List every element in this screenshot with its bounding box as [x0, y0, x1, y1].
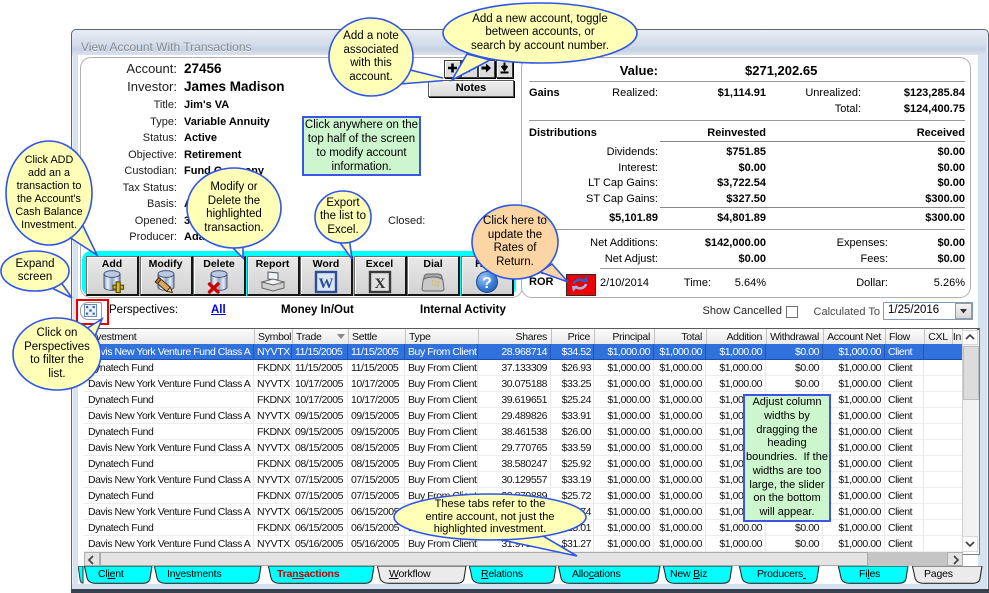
svg-text:W: W	[319, 276, 334, 292]
svg-text:X: X	[374, 276, 385, 292]
